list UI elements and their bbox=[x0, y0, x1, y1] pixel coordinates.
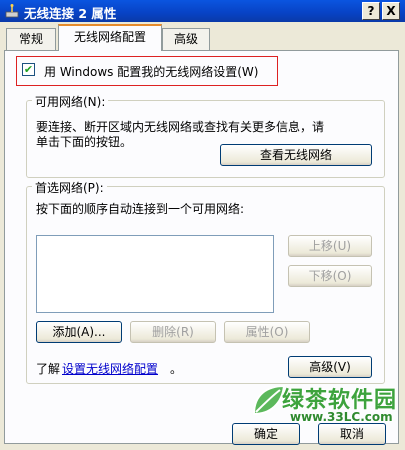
tab-wireless-networks[interactable]: 无线网络配置 bbox=[58, 24, 162, 51]
learn-more-suffix: 。 bbox=[170, 362, 183, 376]
network-connection-icon bbox=[5, 4, 19, 18]
title-bar[interactable]: 无线连接 2 属性 ? X bbox=[0, 0, 405, 22]
window-title: 无线连接 2 属性 bbox=[24, 6, 117, 21]
ok-button[interactable]: 确定 bbox=[232, 423, 300, 445]
delete-button[interactable]: 删除(R) bbox=[130, 321, 216, 343]
move-up-button[interactable]: 上移(U) bbox=[288, 235, 372, 257]
windows-config-checkbox-label[interactable]: 用 Windows 配置我的无线网络设置(W) bbox=[44, 63, 258, 80]
tab-advanced[interactable]: 高级 bbox=[162, 28, 210, 50]
advanced-button[interactable]: 高级(V) bbox=[288, 356, 372, 378]
help-button[interactable]: ? bbox=[362, 2, 380, 20]
available-networks-description: 单击下面的按钮。 bbox=[36, 135, 133, 149]
windows-config-checkbox[interactable]: ✔ bbox=[22, 63, 35, 76]
move-down-button[interactable]: 下移(O) bbox=[288, 265, 372, 287]
add-button[interactable]: 添加(A)... bbox=[36, 321, 122, 343]
preferred-networks-description: 按下面的顺序自动连接到一个可用网络: bbox=[36, 202, 245, 216]
view-wireless-networks-button[interactable]: 查看无线网络 bbox=[220, 144, 372, 166]
preferred-networks-label: 首选网络(P): bbox=[32, 179, 107, 196]
available-networks-label: 可用网络(N): bbox=[32, 93, 109, 110]
close-button[interactable]: X bbox=[382, 2, 400, 20]
cancel-button[interactable]: 取消 bbox=[318, 423, 386, 445]
properties-button[interactable]: 属性(O) bbox=[224, 321, 310, 343]
tab-general[interactable]: 常规 bbox=[6, 28, 56, 50]
watermark-url: www.33LC.com bbox=[290, 410, 393, 424]
learn-more-link[interactable]: 设置无线网络配置 bbox=[62, 360, 158, 377]
preferred-networks-list[interactable] bbox=[36, 235, 274, 313]
learn-more-prefix: 了解 bbox=[36, 362, 61, 376]
